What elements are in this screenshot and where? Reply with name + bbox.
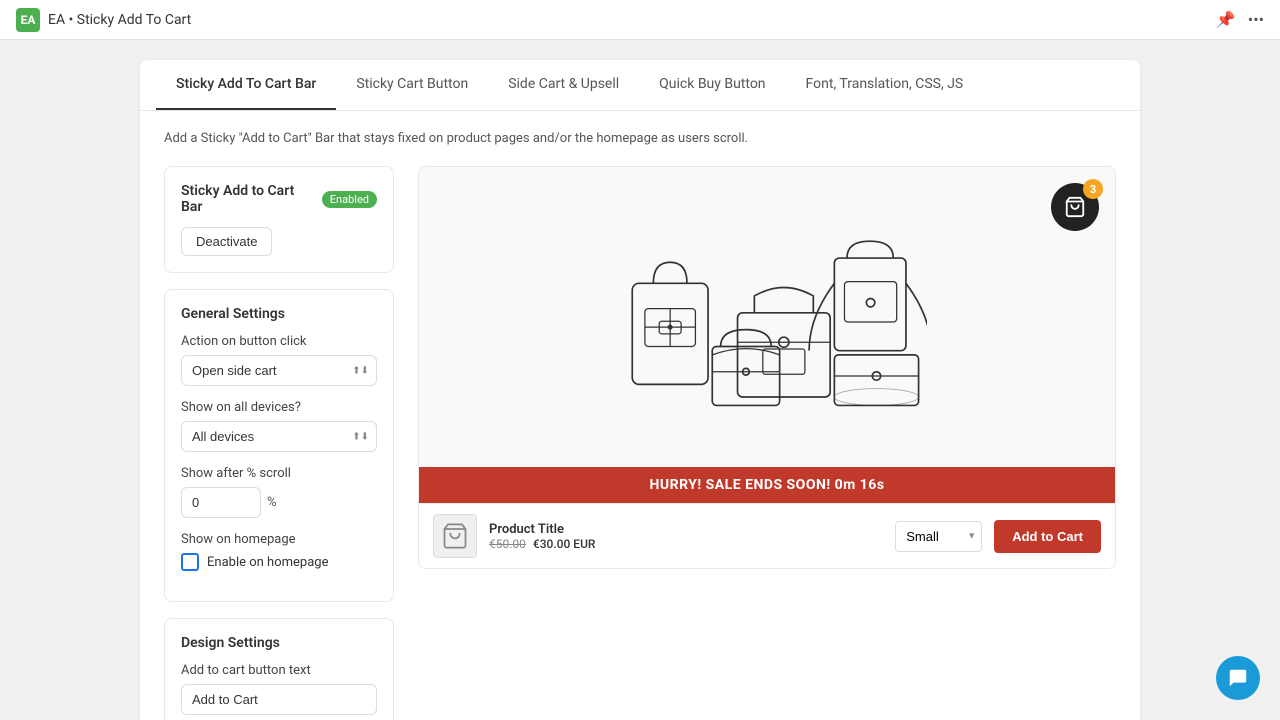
design-settings-header: Design Settings	[181, 635, 377, 651]
scroll-unit-label: %	[267, 495, 277, 510]
action-select-wrap: Open side cart Go to cart Add to cart ⬆⬇	[181, 355, 377, 386]
app-title: EA • Sticky Add To Cart	[48, 12, 191, 28]
bags-illustration	[607, 207, 927, 427]
two-col-layout: Sticky Add to Cart Bar Enabled Deactivat…	[164, 166, 1116, 720]
app-logo: EA	[16, 8, 40, 32]
product-info: Product Title €50.00 €30.00 EUR	[489, 522, 883, 551]
action-field: Action on button click Open side cart Go…	[181, 334, 377, 386]
tab-bar: Sticky Add To Cart Bar Sticky Cart Butto…	[140, 60, 1140, 111]
cart-badge: 3	[1083, 179, 1103, 199]
price-new: €30.00 EUR	[533, 537, 596, 551]
chat-button[interactable]	[1216, 656, 1260, 700]
product-bar: Product Title €50.00 €30.00 EUR Small Me…	[419, 503, 1115, 568]
product-thumb-icon	[441, 522, 469, 550]
cart-icon	[1064, 196, 1086, 218]
deactivate-button[interactable]: Deactivate	[181, 227, 272, 256]
sale-bar: HURRY! SALE ENDS SOON! 0m 16s	[419, 467, 1115, 503]
homepage-field: Show on homepage Enable on homepage	[181, 532, 377, 571]
tab-sticky-add-cart-bar[interactable]: Sticky Add To Cart Bar	[156, 60, 336, 110]
tab-side-cart-upsell[interactable]: Side Cart & Upsell	[488, 60, 639, 110]
top-bar-left: EA EA • Sticky Add To Cart	[16, 8, 191, 32]
main-card: Sticky Add To Cart Bar Sticky Cart Butto…	[140, 60, 1140, 720]
main-content: Sticky Add To Cart Bar Sticky Cart Butto…	[0, 40, 1280, 720]
floating-cart-button[interactable]: 3	[1051, 183, 1099, 231]
status-header: Sticky Add to Cart Bar Enabled	[181, 183, 377, 215]
size-select-wrap: Small Medium Large ▼	[895, 521, 982, 552]
left-col: Sticky Add to Cart Bar Enabled Deactivat…	[164, 166, 394, 720]
price-old: €50.00	[489, 537, 526, 551]
devices-select[interactable]: All devices Mobile only Desktop only	[181, 421, 377, 452]
product-thumbnail	[433, 514, 477, 558]
design-settings-title: Design Settings	[181, 635, 280, 651]
right-col: 3 HURRY! SALE ENDS SOON! 0m 16s	[418, 166, 1116, 720]
status-title: Sticky Add to Cart Bar	[181, 183, 312, 215]
add-to-cart-text-input[interactable]	[181, 684, 377, 715]
add-to-cart-text-label: Add to cart button text	[181, 663, 377, 678]
general-settings-section: General Settings Action on button click …	[164, 289, 394, 602]
general-settings-title: General Settings	[181, 306, 285, 322]
homepage-label: Show on homepage	[181, 532, 377, 547]
devices-field: Show on all devices? All devices Mobile …	[181, 400, 377, 452]
homepage-checkbox-row: Enable on homepage	[181, 553, 377, 571]
devices-label: Show on all devices?	[181, 400, 377, 415]
product-name: Product Title	[489, 522, 883, 537]
product-price: €50.00 €30.00 EUR	[489, 537, 883, 551]
devices-select-wrap: All devices Mobile only Desktop only ⬆⬇	[181, 421, 377, 452]
card-body: Add a Sticky "Add to Cart" Bar that stay…	[140, 111, 1140, 720]
tab-sticky-cart-button[interactable]: Sticky Cart Button	[336, 60, 488, 110]
chat-icon	[1227, 667, 1249, 689]
pin-icon[interactable]: 📌	[1216, 10, 1236, 29]
preview-image-area: 3	[419, 167, 1115, 467]
tab-font-translation-css-js[interactable]: Font, Translation, CSS, JS	[786, 60, 984, 110]
status-section: Sticky Add to Cart Bar Enabled Deactivat…	[164, 166, 394, 273]
add-to-cart-text-field: Add to cart button text	[181, 663, 377, 715]
more-menu-icon[interactable]: •••	[1248, 10, 1264, 29]
general-settings-header: General Settings	[181, 306, 377, 322]
scroll-input[interactable]	[181, 487, 261, 518]
homepage-checkbox[interactable]	[181, 553, 199, 571]
action-select[interactable]: Open side cart Go to cart Add to cart	[181, 355, 377, 386]
add-to-cart-preview-button[interactable]: Add to Cart	[994, 520, 1101, 553]
size-select[interactable]: Small Medium Large	[895, 521, 982, 552]
top-bar: EA EA • Sticky Add To Cart 📌 •••	[0, 0, 1280, 40]
page-subtitle: Add a Sticky "Add to Cart" Bar that stay…	[164, 131, 1116, 146]
preview-area: 3 HURRY! SALE ENDS SOON! 0m 16s	[418, 166, 1116, 569]
design-settings-section: Design Settings Add to cart button text …	[164, 618, 394, 720]
action-label: Action on button click	[181, 334, 377, 349]
homepage-checkbox-label: Enable on homepage	[207, 555, 328, 570]
scroll-field: Show after % scroll %	[181, 466, 377, 518]
status-badge: Enabled	[322, 191, 377, 208]
scroll-label: Show after % scroll	[181, 466, 377, 481]
tab-quick-buy-button[interactable]: Quick Buy Button	[639, 60, 785, 110]
scroll-input-wrap: %	[181, 487, 377, 518]
top-bar-right: 📌 •••	[1216, 10, 1264, 29]
